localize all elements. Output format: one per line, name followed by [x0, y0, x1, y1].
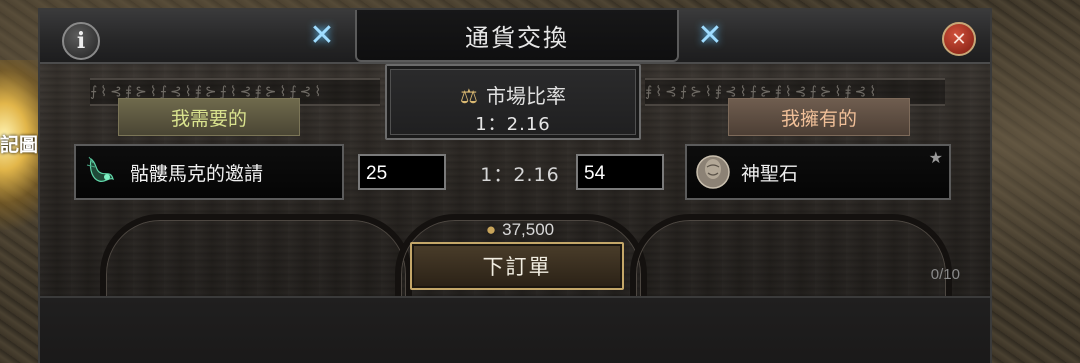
left-crystal-ornament-icon: ✕	[309, 18, 335, 53]
need-item-name: 骷髏馬克的邀請	[130, 162, 264, 185]
right-iron-arch	[630, 214, 952, 300]
exchange-rate: 1：2.16	[480, 164, 560, 186]
have-quantity-input[interactable]: 54	[576, 154, 664, 190]
favorite-star-icon[interactable]: ★	[929, 148, 943, 167]
game-screen: 記圖鑑 i ✕ 通貨交換 ✕ ✕ ⨍⌇⊰⨎⊱⌇⨍⊰⌇⨎⊱⨍⌇⊰⨎⊱⌇⨍⊰⌇ ⨎⌇…	[0, 0, 1080, 363]
have-item-name: 神聖石	[741, 162, 799, 185]
order-list-area	[40, 296, 990, 363]
need-item-slot[interactable]: 骷髏馬克的邀請	[74, 144, 344, 200]
have-item-slot[interactable]: 神聖石 ★	[685, 144, 951, 200]
left-iron-arch	[100, 214, 412, 300]
need-tag: 我需要的	[118, 98, 300, 136]
close-button[interactable]: ✕	[942, 22, 976, 56]
window-title: 通貨交換	[465, 23, 569, 52]
cost-value: 37,500	[502, 220, 555, 239]
title-bar: i ✕ 通貨交換 ✕ ✕	[40, 10, 990, 64]
need-quantity-input[interactable]: 25	[358, 154, 446, 190]
order-count: 0/10	[930, 266, 960, 283]
scale-icon: ⚖	[460, 84, 478, 108]
market-rate-value: 1：2.16	[475, 114, 551, 135]
gold-coin-icon: ●	[485, 220, 497, 239]
market-rate-panel: ⚖ 市場比率 1：2.16	[385, 64, 641, 140]
currency-exchange-window: i ✕ 通貨交換 ✕ ✕ ⨍⌇⊰⨎⊱⌇⨍⊰⌇⨎⊱⨍⌇⊰⨎⊱⌇⨍⊰⌇ ⨎⌇⊰⨍⊱⌇…	[38, 8, 992, 363]
have-tag: 我擁有的	[728, 98, 910, 136]
divine-orb-icon	[693, 152, 733, 192]
market-rate-title: 市場比率	[485, 84, 566, 108]
window-title-plate: 通貨交換	[355, 10, 679, 62]
cost-display: ● 37,500	[460, 220, 580, 240]
place-order-button[interactable]: 下訂單	[410, 242, 624, 290]
info-button[interactable]: i	[62, 22, 100, 60]
skull-mark-invitation-icon	[82, 152, 122, 192]
right-crystal-ornament-icon: ✕	[697, 18, 723, 53]
